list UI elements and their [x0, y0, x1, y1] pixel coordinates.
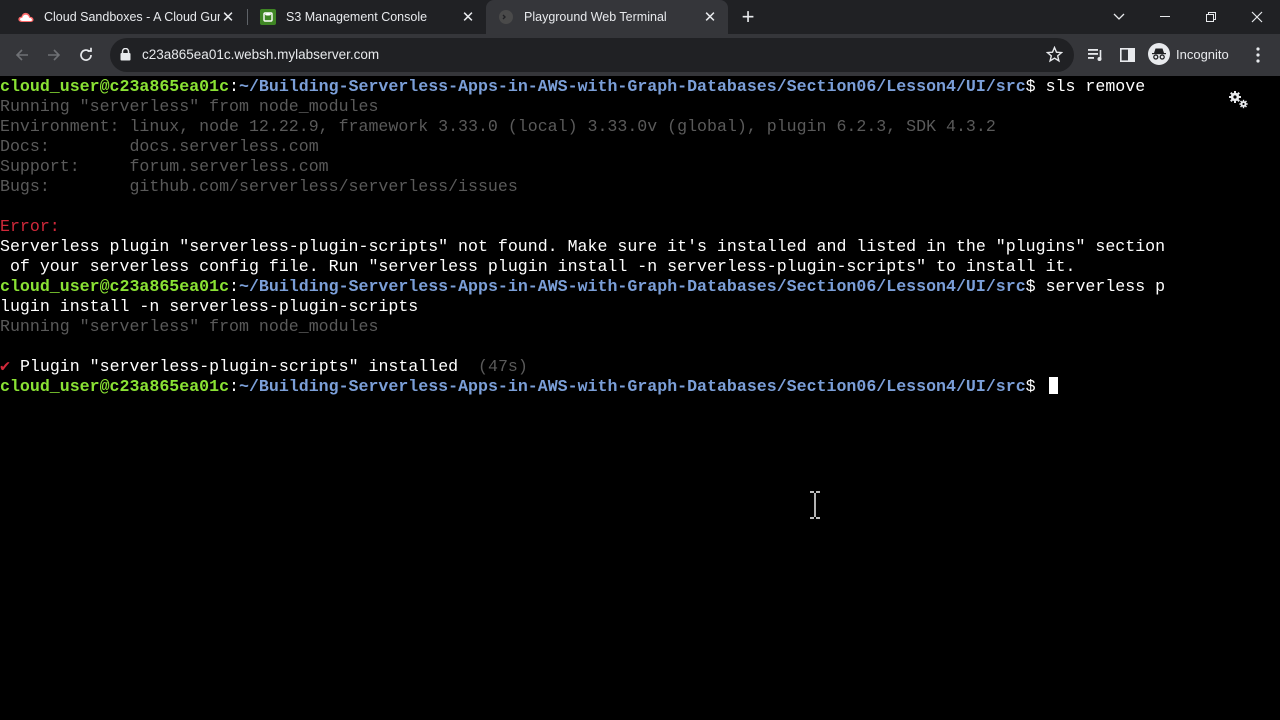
- reload-button[interactable]: [71, 40, 101, 70]
- url-text: c23a865ea01c.websh.mylabserver.com: [142, 47, 380, 62]
- command-text: sls remove: [1045, 77, 1146, 96]
- terminal-window[interactable]: cloud_user@c23a865ea01c:~/Building-Serve…: [0, 76, 1280, 720]
- media-queue-icon: [1088, 49, 1102, 61]
- error-message: of your serverless config file. Run "ser…: [0, 257, 1076, 276]
- cloud-icon: [18, 9, 34, 25]
- close-window-button[interactable]: [1234, 0, 1280, 34]
- close-icon[interactable]: ✕: [460, 9, 476, 26]
- prompt-symbol: $: [1025, 77, 1046, 96]
- tab-s3-console[interactable]: S3 Management Console ✕: [248, 0, 486, 34]
- prompt-symbol: $: [1025, 377, 1046, 396]
- media-controls-button[interactable]: [1081, 40, 1111, 70]
- terminal-line: Support: forum.serverless.com: [0, 157, 329, 176]
- bookmark-star-icon[interactable]: [1045, 45, 1064, 68]
- terminal-line: ✔ Plugin "serverless-plugin-scripts" ins…: [0, 357, 528, 377]
- terminal-cursor: [1048, 377, 1058, 394]
- tab-search-button[interactable]: [1096, 0, 1142, 34]
- close-icon: [1251, 11, 1263, 23]
- command-text: lugin install -n serverless-plugin-scrip…: [0, 297, 419, 316]
- side-panel-icon: [1119, 48, 1135, 62]
- prompt-user: cloud_user@c23a865ea01c: [0, 377, 230, 396]
- forward-arrow-icon: [48, 49, 61, 61]
- s3-icon: [260, 9, 276, 25]
- minimize-button[interactable]: [1142, 0, 1188, 34]
- terminal-line: cloud_user@c23a865ea01c:~/Building-Serve…: [0, 77, 1146, 96]
- tab-title: Playground Web Terminal: [524, 10, 667, 24]
- address-bar[interactable]: c23a865ea01c.websh.mylabserver.com: [110, 38, 1074, 72]
- error-message: Serverless plugin "serverless-plugin-scr…: [0, 237, 1166, 256]
- error-label: Error:: [0, 217, 60, 236]
- mouse-ibeam-cursor: [809, 491, 821, 524]
- minimize-icon: [1160, 16, 1170, 17]
- reload-icon: [80, 47, 92, 61]
- gear-icon: [1229, 91, 1248, 109]
- chevron-down-icon: [1113, 13, 1125, 20]
- tab-title: S3 Management Console: [286, 10, 428, 24]
- incognito-label: Incognito: [1176, 46, 1229, 62]
- check-mark-icon: ✔: [0, 357, 10, 376]
- new-tab-button[interactable]: +: [738, 6, 758, 28]
- terminal-line: Running "serverless" from node_modules: [0, 317, 379, 336]
- terminal-icon: [498, 9, 514, 25]
- browser-menu-button[interactable]: [1243, 40, 1273, 70]
- prompt-path: ~/Building-Serverless-Apps-in-AWS-with-G…: [239, 77, 1026, 96]
- browser-toolbar: c23a865ea01c.websh.mylabserver.com Incog…: [0, 34, 1280, 76]
- terminal-line: Environment: linux, node 12.22.9, framew…: [0, 117, 996, 136]
- prompt-symbol: $: [1025, 277, 1046, 296]
- command-text: serverless p: [1045, 277, 1166, 296]
- terminal-settings-button[interactable]: [1228, 90, 1250, 115]
- back-button[interactable]: [7, 40, 37, 70]
- prompt-path: ~/Building-Serverless-Apps-in-AWS-with-G…: [239, 277, 1026, 296]
- browser-tab-strip: Cloud Sandboxes - A Cloud Guru ✕ S3 Mana…: [0, 0, 1280, 34]
- terminal-line: cloud_user@c23a865ea01c:~/Building-Serve…: [0, 377, 1058, 397]
- restore-button[interactable]: [1188, 0, 1234, 34]
- tab-title: Cloud Sandboxes - A Cloud Guru: [44, 10, 220, 24]
- install-time: (47s): [458, 357, 528, 376]
- terminal-line: Docs: docs.serverless.com: [0, 137, 319, 156]
- close-icon[interactable]: ✕: [702, 9, 718, 26]
- prompt-path: ~/Building-Serverless-Apps-in-AWS-with-G…: [239, 377, 1026, 396]
- forward-button[interactable]: [39, 40, 69, 70]
- more-vert-icon: [1256, 47, 1260, 63]
- side-panel-button[interactable]: [1112, 40, 1142, 70]
- install-message: Plugin "serverless-plugin-scripts" insta…: [10, 357, 459, 376]
- tab-cloud-sandboxes[interactable]: Cloud Sandboxes - A Cloud Guru ✕: [0, 0, 246, 34]
- tab-playground-terminal[interactable]: Playground Web Terminal ✕: [486, 0, 728, 34]
- back-arrow-icon: [15, 49, 28, 61]
- terminal-line: Running "serverless" from node_modules: [0, 97, 379, 116]
- prompt-user: cloud_user@c23a865ea01c: [0, 77, 230, 96]
- restore-icon: [1206, 12, 1216, 22]
- incognito-profile-button[interactable]: Incognito: [1148, 43, 1229, 65]
- incognito-icon: [1148, 43, 1170, 65]
- terminal-line: Bugs: github.com/serverless/serverless/i…: [0, 177, 518, 196]
- close-icon[interactable]: ✕: [220, 9, 236, 26]
- lock-icon: [120, 47, 131, 66]
- terminal-line: cloud_user@c23a865ea01c:~/Building-Serve…: [0, 277, 1166, 296]
- prompt-user: cloud_user@c23a865ea01c: [0, 277, 230, 296]
